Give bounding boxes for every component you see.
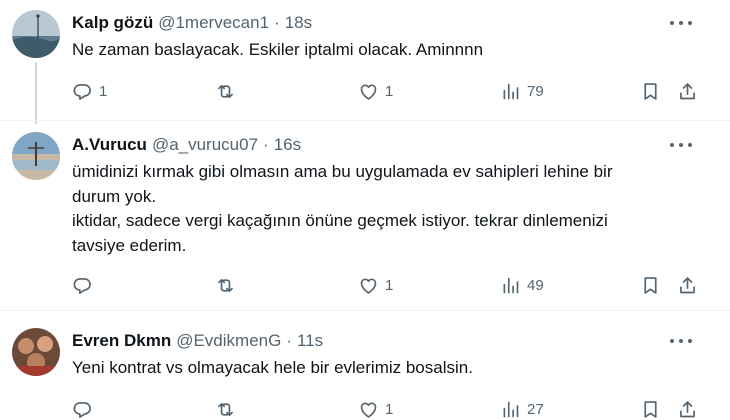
tweet-actions: 1 1 79: [72, 80, 702, 102]
timestamp[interactable]: 18s: [285, 13, 312, 33]
views-button[interactable]: 49: [500, 274, 544, 296]
timestamp[interactable]: 16s: [274, 135, 301, 155]
heart-icon: [360, 402, 377, 418]
tweet-actions: 1 49: [72, 274, 702, 296]
avatar[interactable]: [12, 10, 60, 58]
like-button[interactable]: 1: [358, 274, 393, 296]
reply-icon: [73, 401, 91, 418]
retweet-icon: [218, 84, 233, 98]
tweet-text-line: durum yok.: [72, 186, 157, 206]
heart-icon: [360, 84, 377, 100]
more-options-icon[interactable]: [670, 138, 692, 152]
share-icon: [680, 82, 695, 99]
like-count: 1: [385, 276, 394, 294]
display-name[interactable]: A.Vurucu: [72, 135, 147, 155]
tweet-text-line: ümidinizi kırmak gibi olmasın ama bu uyg…: [72, 162, 613, 181]
share-button[interactable]: [677, 398, 698, 420]
views-button[interactable]: 27: [500, 398, 544, 420]
bookmark-icon: [644, 276, 657, 294]
reply-icon: [73, 83, 91, 100]
display-name[interactable]: Kalp gözü: [72, 13, 153, 33]
separator-dot: ·: [286, 331, 292, 350]
like-button[interactable]: 1: [358, 398, 393, 420]
more-options-icon[interactable]: [670, 334, 692, 348]
views-button[interactable]: 79: [500, 80, 544, 102]
like-count: 1: [385, 400, 394, 418]
retweet-button[interactable]: [215, 80, 242, 102]
tweet-text-line: iktidar, sadece vergi kaçağının önüne ge…: [72, 211, 608, 230]
bookmark-button[interactable]: [640, 398, 661, 420]
user-handle[interactable]: @EvdikmenG: [176, 331, 281, 351]
retweet-button[interactable]: [215, 398, 242, 420]
retweet-icon: [218, 278, 233, 292]
tweet-text-line: tavsiye ederim.: [72, 235, 187, 255]
separator-dot: ·: [274, 13, 280, 32]
views-chart-icon: [503, 83, 519, 99]
user-handle[interactable]: @a_vurucu07: [152, 135, 258, 155]
tweet-text: Yeni kontrat vs olmayacak hele bir evler…: [72, 356, 473, 381]
bookmark-button[interactable]: [640, 80, 661, 102]
share-icon: [680, 400, 695, 417]
avatar[interactable]: [12, 328, 60, 376]
timestamp[interactable]: 11s: [297, 331, 323, 351]
view-count: 79: [527, 82, 544, 100]
tweet-text-line: Yeni kontrat vs olmayacak hele bir evler…: [72, 358, 473, 377]
view-count: 49: [527, 276, 544, 294]
reply-button[interactable]: 1: [72, 80, 107, 102]
bookmark-icon: [644, 82, 657, 100]
thread-connector-line: [35, 62, 37, 124]
retweet-button[interactable]: [215, 274, 242, 296]
tweet-divider: [0, 310, 730, 311]
tweet-actions: 1 27: [72, 398, 702, 420]
like-count: 1: [385, 82, 394, 100]
user-handle[interactable]: @1mervecan1: [158, 13, 269, 33]
display-name[interactable]: Evren Dkmn: [72, 331, 171, 351]
reply-button[interactable]: [72, 274, 99, 296]
tweet-text-line: Ne zaman baslayacak. Eskiler iptalmi ola…: [72, 40, 484, 59]
like-button[interactable]: 1: [358, 80, 393, 102]
reply-count: 1: [99, 82, 108, 100]
share-button[interactable]: [677, 80, 698, 102]
more-options-icon[interactable]: [670, 16, 692, 30]
bookmark-button[interactable]: [640, 274, 661, 296]
views-chart-icon: [503, 401, 519, 417]
separator-dot: ·: [263, 135, 269, 154]
reply-icon: [73, 277, 91, 294]
share-icon: [680, 276, 695, 293]
avatar[interactable]: [12, 132, 60, 180]
share-button[interactable]: [677, 274, 698, 296]
tweet-text: ümidinizi kırmak gibi olmasın ama bu uyg…: [72, 160, 612, 258]
heart-icon: [360, 278, 377, 294]
bookmark-icon: [644, 400, 657, 418]
views-chart-icon: [503, 277, 519, 293]
retweet-icon: [218, 402, 233, 416]
tweet-text: Ne zaman baslayacak. Eskiler iptalmi ola…: [72, 38, 483, 63]
view-count: 27: [527, 400, 544, 418]
tweet-divider: [0, 120, 730, 121]
reply-button[interactable]: [72, 398, 99, 420]
